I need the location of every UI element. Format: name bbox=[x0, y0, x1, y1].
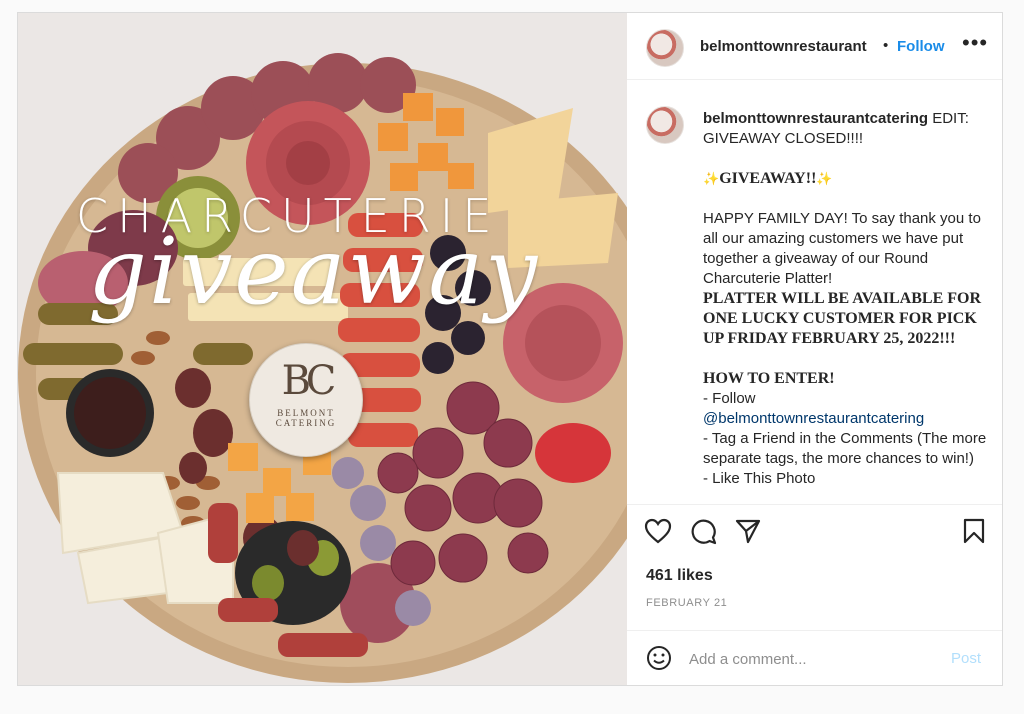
emoji-icon[interactable] bbox=[646, 645, 672, 671]
sparkle-icon: ✨ bbox=[703, 171, 720, 186]
how-to-enter-heading: HOW TO ENTER! bbox=[703, 370, 835, 387]
sparkle-icon: ✨ bbox=[816, 171, 833, 186]
caption-body: HAPPY FAMILY DAY! To say thank you to al… bbox=[703, 210, 981, 287]
caption-avatar[interactable] bbox=[646, 106, 684, 144]
caption-area[interactable]: belmonttownrestaurantcatering EDIT: GIVE… bbox=[627, 80, 1002, 504]
step-tag: - Tag a Friend in the Comments (The more… bbox=[703, 430, 987, 467]
more-icon[interactable]: ••• bbox=[962, 30, 988, 56]
step-like: - Like This Photo bbox=[703, 470, 816, 487]
likes-count[interactable]: 461 likes bbox=[646, 567, 713, 585]
comment-input[interactable] bbox=[687, 645, 941, 673]
separator-dot: • bbox=[883, 37, 889, 54]
caption-username[interactable]: belmonttownrestaurantcatering bbox=[703, 110, 928, 127]
logo-monogram: BC bbox=[281, 358, 337, 404]
action-bar bbox=[627, 504, 1002, 554]
overlay-script: giveaway bbox=[88, 218, 540, 325]
step-follow: - Follow bbox=[703, 390, 756, 407]
caption-text: belmonttownrestaurantcatering EDIT: GIVE… bbox=[703, 109, 993, 489]
comment-icon[interactable] bbox=[690, 518, 717, 545]
logo-coaster: BC BELMONT CATERING bbox=[249, 343, 363, 457]
heart-icon[interactable] bbox=[644, 518, 672, 544]
giveaway-heading: GIVEAWAY!! bbox=[719, 170, 817, 187]
post-button[interactable]: Post bbox=[951, 650, 981, 667]
follow-button[interactable]: Follow bbox=[897, 38, 945, 55]
post-panel: belmonttownrestaurant • Follow ••• belmo… bbox=[627, 13, 1002, 685]
avatar[interactable] bbox=[646, 29, 684, 67]
logo-text: BELMONT CATERING bbox=[275, 408, 337, 428]
comment-bar: Post bbox=[627, 630, 1002, 685]
post-image[interactable]: CHARCUTERIE giveaway BC BELMONT CATERING bbox=[18, 13, 627, 685]
caption-announcement: PLATTER WILL BE AVAILABLE FOR ONE LUCKY … bbox=[703, 290, 982, 347]
share-icon[interactable] bbox=[735, 518, 761, 544]
post-header: belmonttownrestaurant • Follow ••• bbox=[627, 13, 1002, 80]
username-link[interactable]: belmonttownrestaurant bbox=[700, 38, 867, 55]
post-card: CHARCUTERIE giveaway BC BELMONT CATERING… bbox=[17, 12, 1003, 686]
post-date[interactable]: FEBRUARY 21 bbox=[646, 597, 727, 609]
mention-link[interactable]: @belmonttownrestaurantcatering bbox=[703, 410, 924, 427]
bookmark-icon[interactable] bbox=[963, 518, 985, 544]
